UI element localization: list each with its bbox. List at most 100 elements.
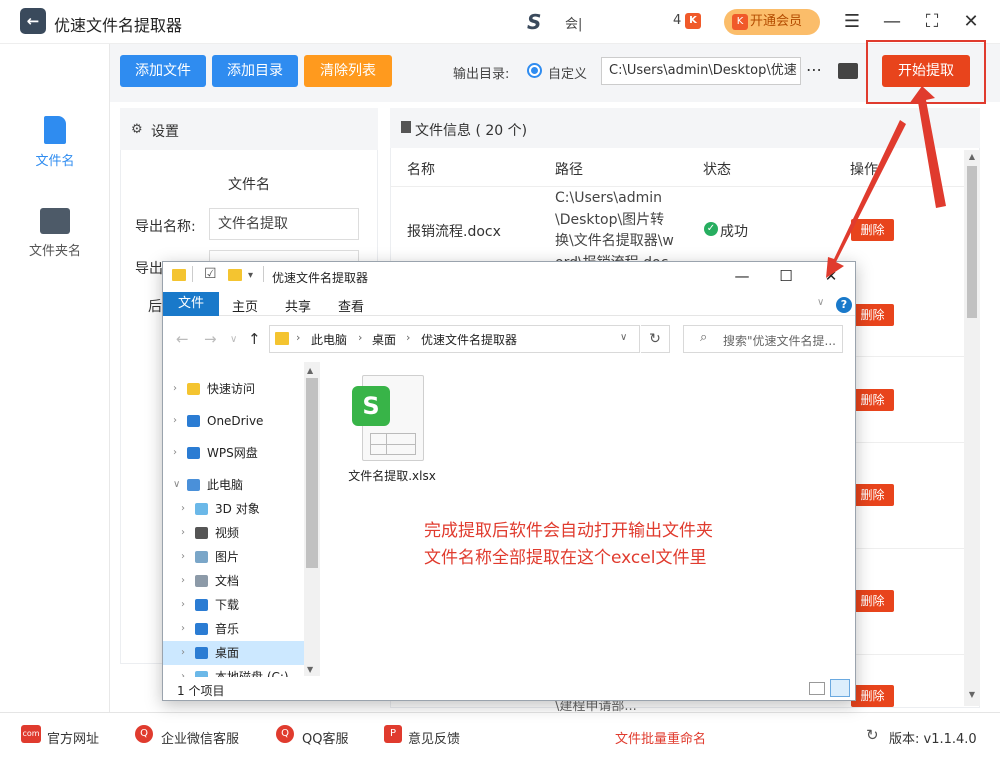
large-icons-view-icon[interactable]	[830, 679, 850, 697]
nav-item[interactable]: › 本地磁盘 (C:)	[163, 665, 305, 677]
address-dropdown-icon[interactable]: ∨	[620, 332, 627, 343]
xlsx-file-name[interactable]: 文件名提取.xlsx	[340, 467, 444, 484]
nav-item-icon	[195, 599, 208, 611]
up-icon[interactable]: ↑	[248, 330, 261, 348]
breadcrumb-desktop[interactable]: 桌面	[372, 331, 396, 348]
nav-item[interactable]: › 文档	[163, 569, 305, 593]
nav-item[interactable]: › OneDrive	[163, 409, 305, 433]
ribbon-expand-icon[interactable]: ∨	[817, 297, 824, 308]
file-row-status: 成功	[720, 224, 748, 240]
search-icon: ⌕	[700, 330, 708, 345]
nav-item[interactable]: › 视频	[163, 521, 305, 545]
nav-item[interactable]: › 音乐	[163, 617, 305, 641]
breadcrumb-this-pc[interactable]: 此电脑	[311, 331, 347, 348]
custom-output-radio[interactable]	[527, 63, 542, 78]
expand-chevron-icon[interactable]: ›	[173, 377, 177, 401]
official-site-link[interactable]: 官方网址	[47, 728, 99, 747]
expand-chevron-icon[interactable]: ›	[181, 617, 185, 641]
annotation-line-1: 完成提取后软件会自动打开输出文件夹	[424, 521, 713, 541]
qq-icon[interactable]: Q	[276, 725, 294, 743]
expand-chevron-icon[interactable]: ›	[181, 497, 185, 521]
tab-home[interactable]: 主页	[232, 296, 258, 315]
feedback-link[interactable]: 意见反馈	[408, 728, 460, 747]
sidebar-item-filename[interactable]: 文件名	[0, 150, 110, 169]
delete-button[interactable]: 删除	[851, 590, 894, 612]
recent-locations-icon[interactable]: ∨	[230, 334, 237, 345]
batch-rename-link[interactable]: 文件批量重命名	[615, 728, 706, 747]
website-icon[interactable]: com	[21, 725, 41, 743]
nav-scroll-up-icon[interactable]: ▲	[307, 366, 313, 375]
output-path-field[interactable]: C:\Users\admin\Desktop\优速	[601, 57, 801, 85]
export-type-label: 导出	[135, 261, 163, 277]
menu-icon[interactable]: ☰	[840, 10, 864, 34]
nav-item[interactable]: ∨ 此电脑	[163, 473, 305, 497]
expand-chevron-icon[interactable]: ›	[173, 441, 177, 465]
delete-button[interactable]: 删除	[851, 484, 894, 506]
start-extract-button[interactable]: 开始提取	[882, 55, 970, 87]
sidebar-item-foldername[interactable]: 文件夹名	[0, 240, 110, 259]
expand-chevron-icon[interactable]: ∨	[173, 473, 180, 497]
qat-dropdown-icon[interactable]: ▾	[248, 270, 253, 281]
expand-chevron-icon[interactable]: ›	[173, 409, 177, 433]
back-icon[interactable]: ←	[176, 330, 189, 348]
help-icon[interactable]: ?	[836, 297, 852, 313]
feedback-icon[interactable]: P	[384, 725, 402, 743]
explorer-close-icon[interactable]: ✕	[816, 264, 846, 288]
delete-button[interactable]: 删除	[851, 685, 894, 707]
wechat-support-link[interactable]: 企业微信客服	[161, 728, 239, 747]
folder-icon	[275, 332, 289, 345]
maximize-icon[interactable]: ⛶	[920, 10, 944, 34]
forward-icon[interactable]: →	[204, 330, 217, 348]
breadcrumb-folder[interactable]: 优速文件名提取器	[421, 331, 517, 348]
delete-button[interactable]: 删除	[851, 219, 894, 241]
nav-item-icon	[195, 503, 208, 515]
nav-item-label: 3D 对象	[215, 502, 260, 516]
delete-button[interactable]: 删除	[851, 389, 894, 411]
explorer-refresh-icon[interactable]: ↻	[641, 325, 670, 353]
details-view-icon[interactable]	[809, 682, 825, 695]
file-list-scroll-thumb[interactable]	[967, 166, 977, 318]
nav-item[interactable]: › 桌面	[163, 641, 305, 665]
expand-chevron-icon[interactable]: ›	[181, 569, 185, 593]
expand-chevron-icon[interactable]: ›	[181, 641, 185, 665]
explorer-minimize-icon[interactable]: —	[727, 264, 757, 288]
nav-item[interactable]: › WPS网盘	[163, 441, 305, 465]
custom-output-label[interactable]: 自定义	[548, 63, 587, 82]
minimize-icon[interactable]: —	[880, 10, 904, 34]
nav-item[interactable]: › 3D 对象	[163, 497, 305, 521]
delete-button[interactable]: 删除	[851, 304, 894, 326]
nav-item[interactable]: › 下载	[163, 593, 305, 617]
message-badge-icon[interactable]: K	[685, 13, 701, 29]
file-icon[interactable]	[44, 116, 66, 144]
message-count[interactable]: 4	[673, 13, 681, 28]
properties-icon[interactable]: ☑	[204, 266, 217, 282]
nav-item[interactable]: › 图片	[163, 545, 305, 569]
expand-chevron-icon[interactable]: ›	[181, 545, 185, 569]
wechat-support-icon[interactable]: Q	[135, 725, 153, 743]
tab-file[interactable]: 文件	[163, 292, 219, 316]
scroll-down-icon[interactable]: ▼	[966, 690, 978, 699]
nav-scroll-down-icon[interactable]: ▼	[307, 665, 313, 674]
tab-view[interactable]: 查看	[338, 296, 364, 315]
nav-pane-scroll-thumb[interactable]	[306, 378, 318, 568]
folder-icon[interactable]	[40, 208, 70, 234]
open-folder-icon[interactable]	[838, 63, 858, 79]
add-directory-button[interactable]: 添加目录	[212, 55, 298, 87]
refresh-icon[interactable]: ↻	[866, 726, 879, 744]
expand-chevron-icon[interactable]: ›	[181, 521, 185, 545]
add-file-button[interactable]: 添加文件	[120, 55, 206, 87]
expand-chevron-icon[interactable]: ›	[181, 665, 185, 677]
nav-item[interactable]: › 快速访问	[163, 377, 305, 401]
user-name[interactable]: 会|	[565, 13, 582, 32]
qq-support-link[interactable]: QQ客服	[302, 728, 348, 747]
clear-list-button[interactable]: 清除列表	[304, 55, 392, 87]
close-icon[interactable]: ✕	[959, 10, 983, 34]
scroll-up-icon[interactable]: ▲	[966, 152, 978, 161]
user-avatar-icon[interactable]: S	[527, 10, 557, 34]
export-name-input[interactable]: 文件名提取	[209, 208, 359, 240]
explorer-maximize-icon[interactable]: ☐	[771, 264, 801, 288]
more-icon[interactable]: ⋯	[806, 60, 822, 79]
tab-share[interactable]: 共享	[285, 296, 311, 315]
new-folder-icon[interactable]	[228, 269, 242, 281]
expand-chevron-icon[interactable]: ›	[181, 593, 185, 617]
